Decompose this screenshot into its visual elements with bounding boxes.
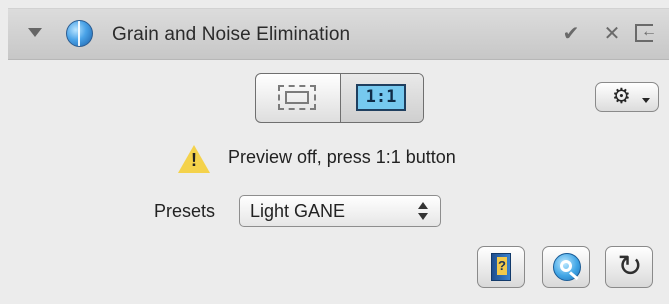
panel-header: Grain and Noise Elimination ✔ ✕ ← <box>8 8 669 60</box>
check-icon: ✔ <box>562 23 580 45</box>
confirm-button[interactable]: ✔ <box>555 20 587 48</box>
warning-exclamation: ! <box>191 150 197 170</box>
panel: Grain and Noise Elimination ✔ ✕ ← 1:1 ⚙ … <box>0 0 669 304</box>
presets-label: Presets <box>154 201 216 221</box>
preview-mode-toggle[interactable]: 1:1 <box>255 73 424 123</box>
globe-icon <box>66 20 93 47</box>
updown-icon <box>416 200 430 222</box>
close-icon: ✕ <box>603 23 621 45</box>
one-to-one-icon: 1:1 <box>356 84 406 111</box>
presets-select[interactable]: Light GANE <box>239 195 441 227</box>
gear-icon: ⚙ <box>612 85 631 108</box>
panel-title: Grain and Noise Elimination <box>112 24 351 45</box>
preview-fit-button[interactable] <box>256 74 341 122</box>
presets-selected-value: Light GANE <box>250 201 346 221</box>
disclosure-triangle-icon[interactable] <box>28 28 42 37</box>
arrow-left-icon: ← <box>641 23 657 40</box>
zoom-button[interactable] <box>542 246 590 288</box>
frame-dashed-icon <box>278 85 316 110</box>
chevron-down-icon <box>642 98 650 103</box>
help-button[interactable]: ? <box>477 246 525 288</box>
preview-status-text: Preview off, press 1:1 button <box>228 147 456 167</box>
reset-button[interactable]: ↻ <box>605 246 653 288</box>
settings-button[interactable]: ⚙ <box>595 82 659 112</box>
reset-icon: ↻ <box>617 250 643 283</box>
close-button[interactable]: ✕ <box>596 20 628 48</box>
help-book-icon: ? <box>491 253 511 281</box>
preview-1-1-button[interactable]: 1:1 <box>341 74 423 122</box>
